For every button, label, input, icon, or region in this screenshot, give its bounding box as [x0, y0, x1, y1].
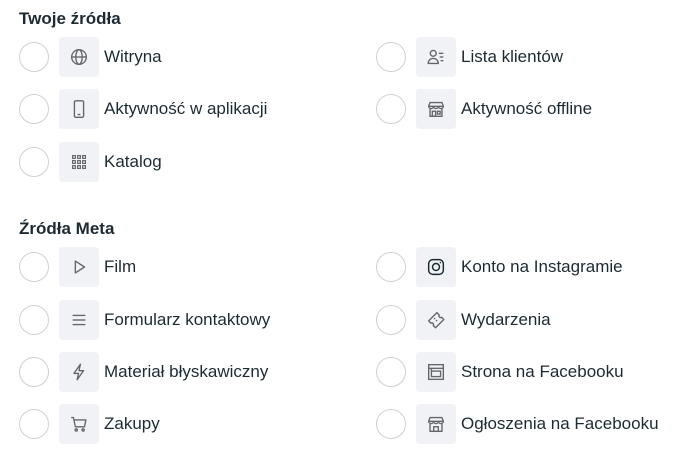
facebook-page-icon — [416, 352, 456, 392]
lightning-icon — [59, 352, 99, 392]
radio-button[interactable] — [376, 409, 406, 439]
radio-button[interactable] — [19, 42, 49, 72]
option-label: Witryna — [104, 47, 162, 66]
section-title-meta-sources: Źródła Meta — [19, 219, 115, 238]
shopping-cart-icon — [59, 404, 99, 444]
option-label: Wydarzenia — [461, 310, 551, 329]
store-icon — [416, 89, 456, 129]
radio-button[interactable] — [19, 409, 49, 439]
option-label: Zakupy — [104, 414, 160, 433]
option-customer-list[interactable]: Lista klientów — [376, 37, 563, 77]
lines-icon — [59, 300, 99, 340]
radio-button[interactable] — [19, 252, 49, 282]
option-app-activity[interactable]: Aktywność w aplikacji — [19, 89, 267, 129]
grid-icon — [59, 142, 99, 182]
option-label: Aktywność offline — [461, 99, 593, 118]
mobile-phone-icon — [59, 89, 99, 129]
radio-button[interactable] — [19, 305, 49, 335]
option-facebook-listings[interactable]: Ogłoszenia na Facebooku — [376, 404, 659, 444]
option-facebook-page[interactable]: Strona na Facebooku — [376, 352, 624, 392]
radio-button[interactable] — [19, 147, 49, 177]
instagram-icon — [416, 247, 456, 287]
option-label: Aktywność w aplikacji — [104, 99, 268, 118]
radio-button[interactable] — [376, 252, 406, 282]
option-label: Lista klientów — [461, 47, 564, 66]
radio-button[interactable] — [376, 357, 406, 387]
radio-button[interactable] — [376, 94, 406, 124]
option-label: Formularz kontaktowy — [104, 310, 271, 329]
radio-button[interactable] — [376, 305, 406, 335]
radio-button[interactable] — [19, 357, 49, 387]
option-instant-experience[interactable]: Materiał błyskawiczny — [19, 352, 268, 392]
radio-button[interactable] — [376, 42, 406, 72]
option-label: Konto na Instagramie — [461, 257, 623, 276]
option-label: Ogłoszenia na Facebooku — [461, 414, 659, 433]
radio-button[interactable] — [19, 94, 49, 124]
option-video[interactable]: Film — [19, 247, 136, 287]
play-icon — [59, 247, 99, 287]
option-website[interactable]: Witryna — [19, 37, 162, 77]
option-lead-form[interactable]: Formularz kontaktowy — [19, 300, 270, 340]
option-catalog[interactable]: Katalog — [19, 142, 162, 182]
option-label: Materiał błyskawiczny — [104, 362, 269, 381]
option-events[interactable]: Wydarzenia — [376, 300, 551, 340]
customer-list-icon — [416, 37, 456, 77]
option-shopping[interactable]: Zakupy — [19, 404, 160, 444]
option-label: Strona na Facebooku — [461, 362, 624, 381]
ticket-icon — [416, 300, 456, 340]
option-instagram-account[interactable]: Konto na Instagramie — [376, 247, 623, 287]
marketplace-icon — [416, 404, 456, 444]
option-label: Film — [104, 257, 137, 276]
option-offline-activity[interactable]: Aktywność offline — [376, 89, 592, 129]
globe-icon — [59, 37, 99, 77]
option-label: Katalog — [104, 152, 162, 171]
section-title-your-sources: Twoje źródła — [19, 9, 121, 28]
